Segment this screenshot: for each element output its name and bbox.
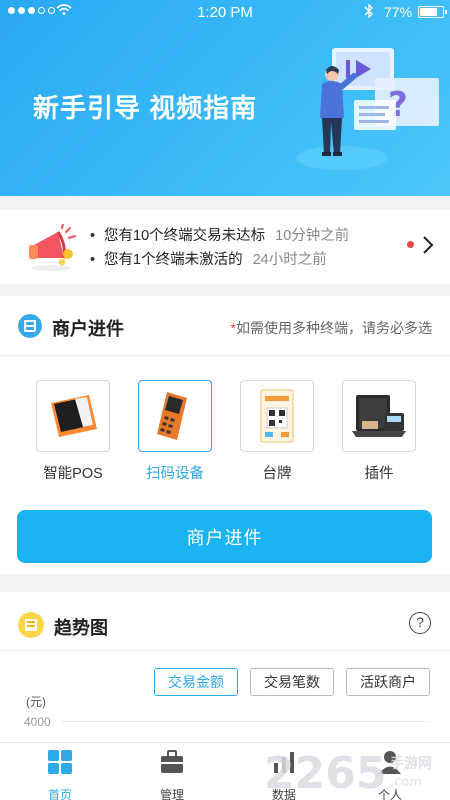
battery-percent: 77% [384,4,413,20]
plugin-device-icon [352,395,406,437]
megaphone-icon [29,224,76,271]
tab-label: 管理 [159,788,184,800]
device-label: 台牌 [262,466,292,482]
svg-text:.com: .com [390,775,422,790]
merchant-icon [18,314,42,338]
smart-pos-icon [51,395,97,437]
battery-icon [418,6,447,18]
notification-time: 10分钟之前 [275,228,350,244]
home-grid-icon [48,750,72,774]
notification-text: 您有10个终端交易未达标 [104,228,266,244]
y-axis-unit: (元) [26,695,46,709]
device-label: 智能POS [43,466,103,482]
chevron-right-icon[interactable] [420,234,436,256]
notification-text: 您有1个终端未激活的 [104,252,243,268]
list-item: • 您有1个终端未激活的 24小时之前 [90,248,349,272]
status-bar: 1:20 PM 77% [0,0,450,24]
section-title: 趋势图 [54,618,108,638]
watermark-logo: 2265 手游网 .com [264,748,432,799]
tab-transaction-count[interactable]: 交易笔数 [250,668,334,696]
notification-time: 24小时之前 [252,252,327,268]
device-smart-pos[interactable]: 智能POS [36,380,110,482]
help-icon[interactable]: ? [409,612,431,634]
section-title: 商户进件 [52,319,124,339]
briefcase-icon [161,750,183,773]
tab-home[interactable]: 首页 [30,749,90,800]
device-label: 插件 [364,466,394,482]
device-scan[interactable]: 扫码设备 [138,380,212,482]
tab-manage[interactable]: 管理 [142,749,202,800]
y-tick-label: 4000 [24,715,51,729]
device-options: 智能POS 扫码设备 台牌 插件 [0,380,450,490]
status-time: 1:20 PM [197,4,253,21]
svg-text:2265: 2265 [264,748,386,799]
merchant-onboard-button[interactable]: 商户进件 [17,510,432,563]
qr-stand-icon [260,389,294,443]
list-item: • 您有10个终端交易未达标 10分钟之前 [90,224,349,248]
notification-card[interactable]: • 您有10个终端交易未达标 10分钟之前 • 您有1个终端未激活的 24小时之… [0,210,450,284]
device-table-card[interactable]: 台牌 [240,380,314,482]
multi-select-hint: *如需使用多种终端，请务必多选 [230,320,432,336]
svg-text:手游网: 手游网 [390,755,432,772]
tab-label: 首页 [47,788,72,800]
divider [0,650,450,651]
banner-title: 新手引导 视频指南 [33,93,258,123]
trend-card: 趋势图 ? 交易金额 交易笔数 活跃商户 (元) 4000 [0,592,450,742]
bluetooth-icon [364,3,373,19]
device-label: 扫码设备 [146,466,204,482]
video-guide-illustration: ? [296,48,439,170]
notification-list: • 您有10个终端交易未达标 10分钟之前 • 您有1个终端未激活的 24小时之… [90,224,349,272]
tab-transaction-amount[interactable]: 交易金额 [154,668,238,696]
merchant-card: 商户进件 *如需使用多种终端，请务必多选 智能POS 扫码设备 台牌 插件 商户… [0,296,450,574]
card-header: 商户进件 *如需使用多种终端，请务必多选 [0,296,450,356]
trend-chart-icon [18,612,44,638]
tab-active-merchants[interactable]: 活跃商户 [346,668,430,696]
scanner-icon [157,392,187,440]
gridline [62,721,428,722]
device-plugin[interactable]: 插件 [342,380,416,482]
unread-dot [407,241,414,248]
guide-banner[interactable]: 1:20 PM 77% 新手引导 视频指南 ? [0,0,450,196]
